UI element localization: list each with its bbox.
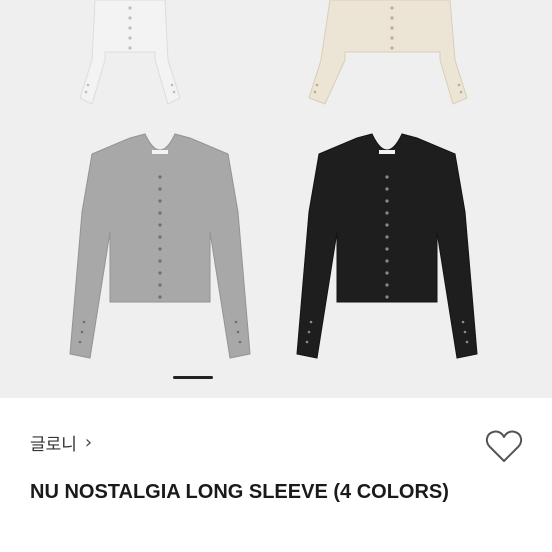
pager-active-bar <box>173 376 213 379</box>
brand-name: 글로니 <box>30 435 77 455</box>
black-long-sleeve-image <box>296 133 478 359</box>
product-info-panel: 글로니 › NU NOSTALGIA LONG SLEEVE (4 COLORS… <box>0 398 552 552</box>
image-pager-indicator[interactable] <box>0 376 552 380</box>
gray-long-sleeve-image <box>69 133 251 359</box>
white-long-sleeve-image <box>79 0 181 105</box>
heart-outline-icon[interactable] <box>485 428 523 464</box>
product-screen: 글로니 › NU NOSTALGIA LONG SLEEVE (4 COLORS… <box>0 0 552 552</box>
brand-link[interactable]: 글로니 › <box>30 430 92 455</box>
product-title: NU NOSTALGIA LONG SLEEVE (4 COLORS) <box>30 481 449 503</box>
ivory-long-sleeve-image <box>308 0 468 105</box>
product-image-gallery[interactable] <box>0 0 552 398</box>
chevron-right-icon: › <box>84 432 93 453</box>
